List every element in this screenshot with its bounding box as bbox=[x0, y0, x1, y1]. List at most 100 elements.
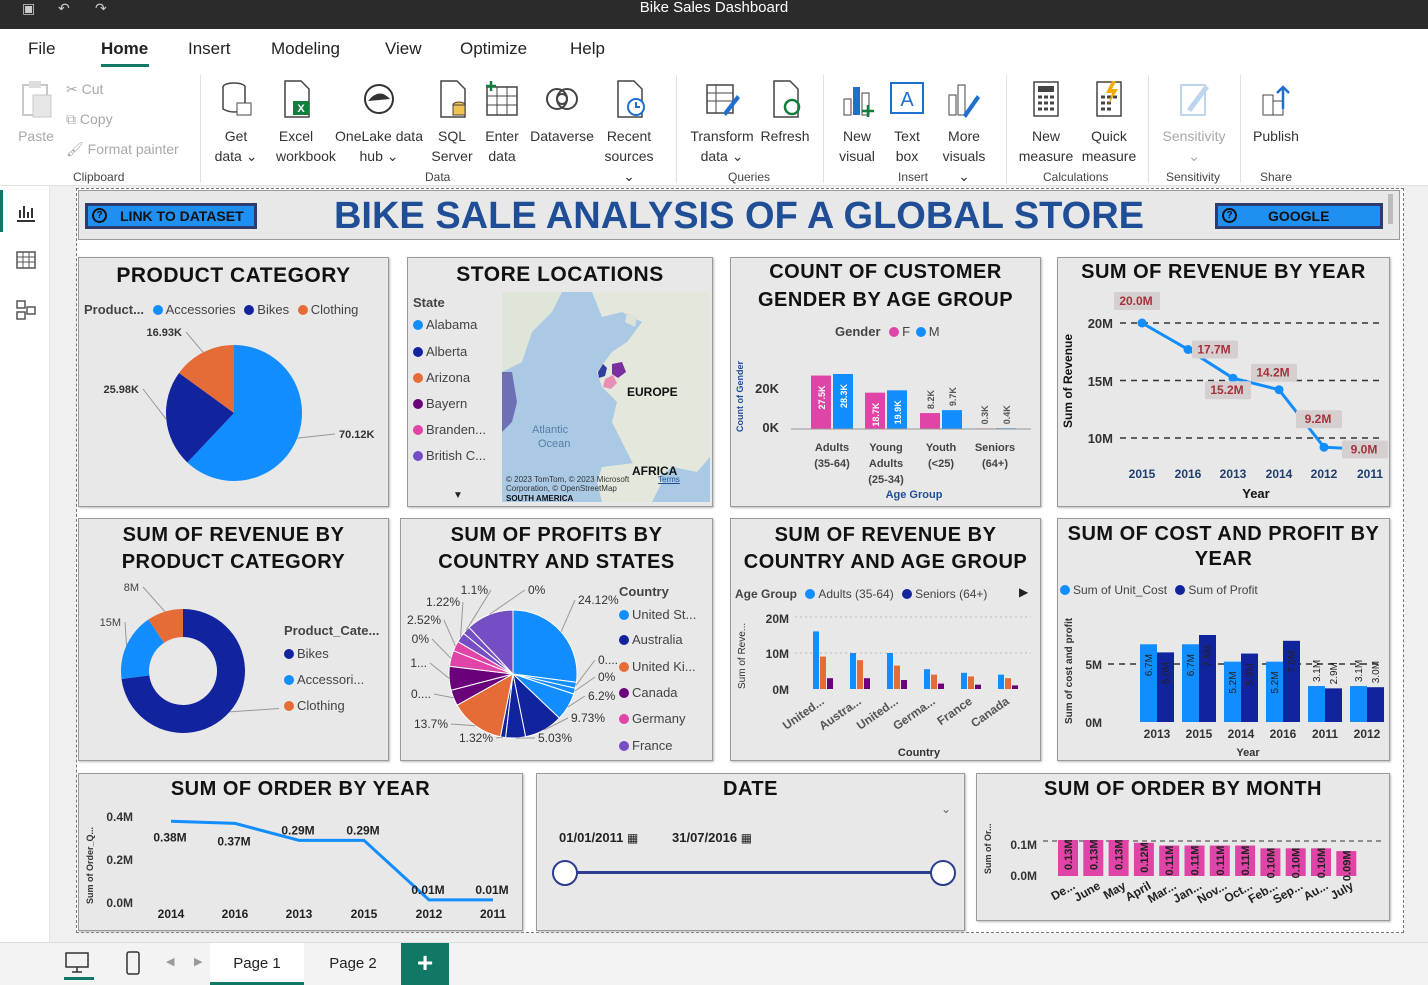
order-line-chart: Sum of Order_Q... 0.4M 0.2M 0.0M 0.38M 20… bbox=[85, 810, 509, 921]
legend-item: Alabama bbox=[413, 317, 477, 332]
sensitivity-button[interactable]: Sensitivity ⌄ bbox=[1158, 79, 1230, 166]
legend-item: Branden... bbox=[413, 422, 486, 437]
data-label: 0.12M bbox=[1139, 842, 1151, 873]
x-tick-label: (35-64) bbox=[814, 458, 850, 470]
data-label: 0.... bbox=[411, 687, 431, 701]
legend-item: British C... bbox=[413, 448, 486, 463]
sql-server-button[interactable]: SQL Server bbox=[430, 79, 474, 166]
paste-icon bbox=[22, 81, 52, 118]
format-painter-button[interactable]: 🖌 Format painter bbox=[66, 139, 179, 159]
scrollbar[interactable] bbox=[1388, 194, 1393, 224]
paste-button[interactable]: Paste bbox=[14, 79, 58, 146]
profit-country-panel: SUM OF PROFITS BY COUNTRY AND STATES Cou… bbox=[400, 518, 713, 761]
excel-icon: X bbox=[284, 80, 310, 118]
calculator-icon bbox=[1033, 81, 1059, 117]
menu-modeling[interactable]: Modeling bbox=[271, 39, 340, 59]
x-tick-label: Austra... bbox=[816, 694, 863, 733]
store-locations-panel: STORE LOCATIONS State Alabama Alberta Ar… bbox=[407, 257, 713, 507]
gender-bar-chart: Count of Gender 20K 0K Age Group 27.5K 28… bbox=[735, 361, 1031, 501]
x-tick-label: 2015 bbox=[351, 907, 378, 921]
bar bbox=[894, 665, 900, 689]
pie-chart: 70.12K 25.98K 16.93K bbox=[104, 328, 375, 481]
group-sensitivity: Sensitivity bbox=[1166, 170, 1221, 184]
data-label: 7.5M bbox=[1203, 645, 1214, 667]
data-label: 0.01M bbox=[411, 883, 444, 897]
publish-button[interactable]: Publish bbox=[1250, 79, 1302, 146]
y-tick: 10M bbox=[766, 647, 789, 661]
chevron-down-icon[interactable]: ⌄ bbox=[941, 802, 951, 816]
menu-optimize[interactable]: Optimize bbox=[460, 39, 527, 59]
start-slider-handle[interactable] bbox=[552, 860, 578, 886]
leader-line bbox=[560, 599, 576, 632]
data-point bbox=[1274, 385, 1284, 395]
table-view-icon[interactable] bbox=[14, 248, 38, 272]
data-label: 0.29M bbox=[346, 823, 379, 837]
view-switcher bbox=[0, 186, 50, 942]
bar-chart-icon bbox=[843, 87, 874, 117]
new-measure-button[interactable]: New measure bbox=[1016, 79, 1076, 166]
desktop-layout-icon[interactable] bbox=[64, 951, 92, 975]
enter-data-button[interactable]: Enter data bbox=[480, 79, 524, 166]
link-to-dataset-button[interactable]: ? LINK TO DATASET bbox=[85, 203, 257, 229]
data-label: 2.52% bbox=[407, 613, 441, 627]
menu-home[interactable]: Home bbox=[101, 39, 148, 59]
start-date-input[interactable]: 01/01/2011 ▦ bbox=[559, 830, 638, 845]
mobile-layout-icon[interactable] bbox=[124, 950, 142, 976]
panel-title: SUM OF PROFITS BY bbox=[450, 524, 663, 546]
dataverse-button[interactable]: Dataverse bbox=[528, 79, 596, 146]
data-label: 6.2% bbox=[588, 689, 616, 703]
bar bbox=[813, 631, 819, 689]
x-axis-label: Year bbox=[1236, 747, 1260, 759]
menu-help[interactable]: Help bbox=[570, 39, 605, 59]
legend-title: Country bbox=[619, 584, 669, 599]
tab-page-1[interactable]: Page 1 bbox=[210, 943, 304, 985]
transform-data-button[interactable]: Transform data ⌄ bbox=[688, 79, 756, 166]
recent-sources-button[interactable]: Recent sources ⌄ bbox=[598, 79, 660, 186]
text-box-button[interactable]: A Text box bbox=[886, 79, 928, 166]
revenue-country-age-panel: SUM OF REVENUE BY COUNTRY AND AGE GROUP … bbox=[730, 518, 1041, 761]
end-slider-handle[interactable] bbox=[930, 860, 956, 886]
onelake-icon bbox=[364, 84, 394, 114]
onelake-hub-button[interactable]: OneLake data hub ⌄ bbox=[332, 79, 426, 166]
excel-workbook-button[interactable]: X Excel workbook bbox=[276, 79, 336, 166]
data-label: 25.98K bbox=[104, 384, 140, 396]
more-visuals-button[interactable]: More visuals ⌄ bbox=[938, 79, 990, 186]
menu-insert[interactable]: Insert bbox=[188, 39, 231, 59]
map[interactable]: EUROPE Atlantic Ocean AFRICA © 2023 TomT… bbox=[502, 292, 710, 502]
tab-page-2[interactable]: Page 2 bbox=[306, 943, 400, 985]
title-bar: ▣ ↶ ↷ Bike Sales Dashboard bbox=[0, 0, 1428, 29]
x-tick-label: June bbox=[1072, 878, 1104, 904]
report-view-icon[interactable] bbox=[14, 200, 38, 224]
y-tick: 0.2M bbox=[106, 853, 133, 867]
menu-file[interactable]: File bbox=[28, 39, 55, 59]
new-visual-button[interactable]: New visual bbox=[836, 79, 878, 166]
legend-scroll-down-icon[interactable]: ▼ bbox=[453, 490, 463, 501]
google-button[interactable]: ? GOOGLE bbox=[1215, 203, 1383, 229]
y-tick: 5M bbox=[1085, 658, 1102, 672]
quick-measure-button[interactable]: Quick measure bbox=[1080, 79, 1138, 166]
prev-page-icon[interactable]: ◀ bbox=[166, 955, 174, 968]
data-label: 0.11M bbox=[1240, 846, 1252, 876]
next-page-icon[interactable]: ▶ bbox=[194, 955, 202, 968]
date-range-track[interactable] bbox=[565, 871, 945, 874]
model-view-icon[interactable] bbox=[14, 298, 38, 322]
x-tick-label: 2012 bbox=[1354, 727, 1381, 741]
data-label: 0% bbox=[598, 670, 616, 684]
end-date-input[interactable]: 31/07/2016 ▦ bbox=[672, 830, 752, 845]
y-tick: 0M bbox=[1085, 716, 1102, 730]
copy-button[interactable]: ⧉ Copy bbox=[66, 109, 113, 129]
refresh-button[interactable]: Refresh bbox=[758, 79, 812, 146]
x-tick-label: (<25) bbox=[928, 458, 954, 470]
cut-button[interactable]: ✂ Cut bbox=[66, 79, 103, 99]
get-data-button[interactable]: Get data ⌄ bbox=[212, 79, 260, 166]
data-label: 13.7% bbox=[414, 717, 448, 731]
add-page-button[interactable]: + bbox=[401, 943, 449, 985]
donut-chart: 62M15M8M bbox=[100, 582, 279, 733]
data-label: 5.2M bbox=[1228, 671, 1239, 693]
map-label-atlantic: Atlantic bbox=[532, 424, 569, 436]
menu-view[interactable]: View bbox=[385, 39, 422, 59]
group-clipboard: Clipboard bbox=[73, 170, 125, 184]
data-label: 7.0M bbox=[1287, 651, 1298, 673]
map-terms-link[interactable]: Terms bbox=[658, 475, 680, 484]
dataverse-icon bbox=[546, 88, 578, 110]
